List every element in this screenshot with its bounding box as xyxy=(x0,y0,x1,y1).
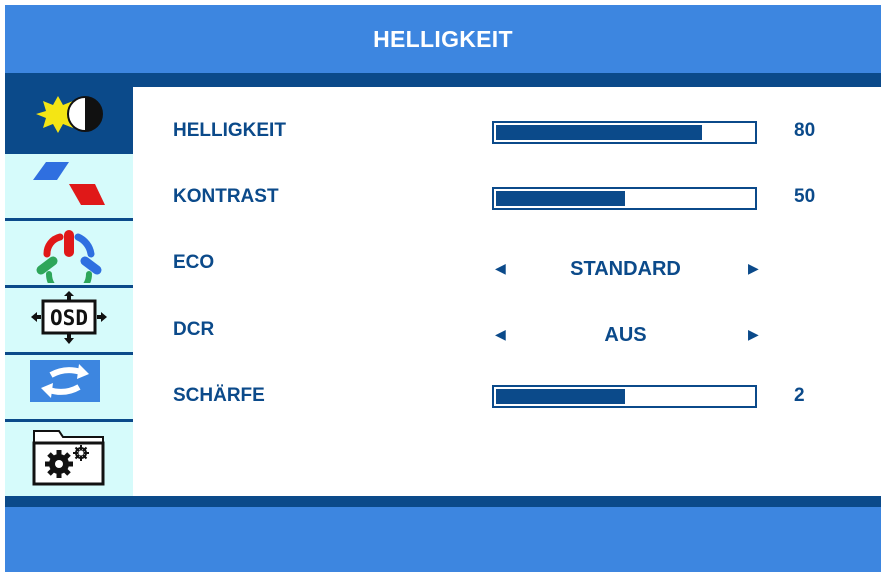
sidebar: OSD xyxy=(5,87,133,496)
sharpness-slider[interactable] xyxy=(492,385,757,408)
dcr-label: DCR xyxy=(173,319,215,340)
dcr-left-arrow-icon[interactable]: ◀ xyxy=(495,326,506,343)
osd-menu: HELLIGKEIT OSD HELLIGKEIT 80 KONTRAST 50… xyxy=(5,5,881,572)
dcr-value: AUS xyxy=(604,324,647,346)
tab-settings[interactable] xyxy=(5,422,133,486)
footer-divider xyxy=(5,496,881,507)
brightness-slider-fill xyxy=(496,125,702,140)
eco-value: STANDARD xyxy=(570,258,681,280)
eco-left-arrow-icon[interactable]: ◀ xyxy=(495,260,506,277)
tab-osd[interactable]: OSD xyxy=(5,288,133,352)
sharpness-slider-fill xyxy=(496,389,625,404)
settings-panel: HELLIGKEIT 80 KONTRAST 50 ECO ◀ STANDARD… xyxy=(133,87,881,496)
tab-image[interactable] xyxy=(5,154,133,218)
contrast-slider-fill xyxy=(496,191,625,206)
tab-brightness[interactable] xyxy=(5,87,133,151)
settings-icon xyxy=(32,430,105,486)
brightness-value: 80 xyxy=(794,120,816,141)
brightness-label: HELLIGKEIT xyxy=(173,120,286,141)
sharpness-label: SCHÄRFE xyxy=(173,385,265,406)
brightness-icon xyxy=(36,96,103,133)
contrast-label: KONTRAST xyxy=(173,186,279,207)
svg-text:OSD: OSD xyxy=(50,306,88,330)
sharpness-value: 2 xyxy=(794,385,805,406)
eco-label: ECO xyxy=(173,252,215,273)
contrast-slider[interactable] xyxy=(492,187,757,210)
tab-reset[interactable] xyxy=(5,355,133,419)
contrast-value: 50 xyxy=(794,186,816,207)
reset-icon xyxy=(30,360,100,402)
color-icon xyxy=(36,230,102,283)
tab-color[interactable] xyxy=(5,221,133,285)
menu-title: HELLIGKEIT xyxy=(5,5,881,73)
osd-icon: OSD xyxy=(31,291,107,344)
dcr-right-arrow-icon[interactable]: ▶ xyxy=(748,326,759,343)
brightness-slider[interactable] xyxy=(492,121,757,144)
eco-right-arrow-icon[interactable]: ▶ xyxy=(748,260,759,277)
footer-bar xyxy=(5,507,881,572)
image-icon xyxy=(33,162,105,205)
header-divider xyxy=(5,73,881,87)
